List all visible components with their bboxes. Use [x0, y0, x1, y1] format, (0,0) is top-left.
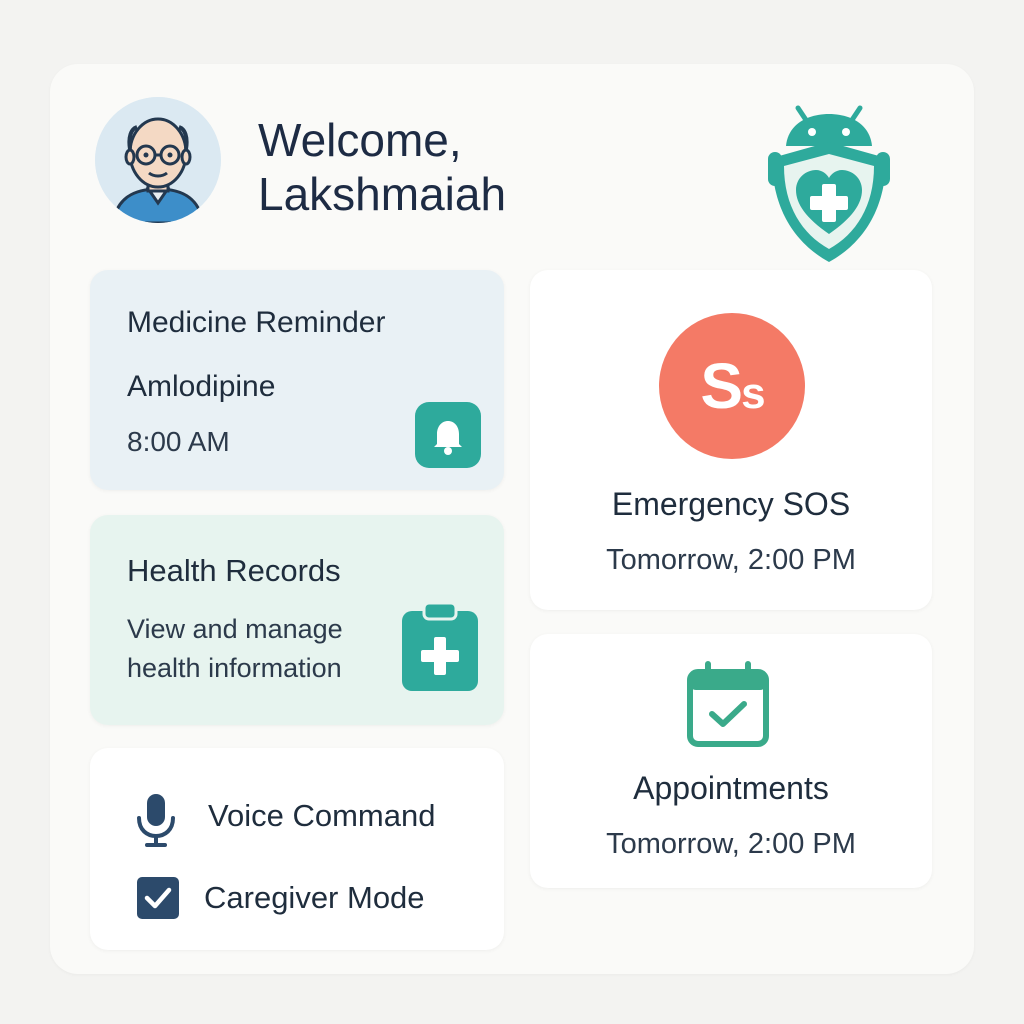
avatar[interactable] [95, 97, 221, 223]
health-records-desc-line2: health information [127, 653, 342, 683]
reminder-bell-button[interactable] [415, 402, 481, 468]
sos-button[interactable]: Ss [659, 313, 805, 459]
clipboard-medical-icon[interactable] [400, 601, 480, 693]
user-avatar-icon [95, 97, 221, 223]
appointments-subtitle: Tomorrow, 2:00 PM [606, 828, 856, 860]
checkbox-checked-icon[interactable] [136, 876, 180, 920]
user-name: Lakshmaiah [258, 168, 507, 220]
emergency-sos-card[interactable]: Ss Emergency SOS Tomorrow, 2:00 PM [530, 270, 932, 610]
emergency-sos-title: Emergency SOS [611, 486, 851, 522]
appointments-card[interactable]: Appointments Tomorrow, 2:00 PM [530, 634, 932, 888]
sos-badge-letter: S [700, 350, 743, 422]
welcome-heading: Welcome, Lakshmaiah [258, 113, 678, 221]
health-shield-logo-icon [768, 105, 890, 262]
medicine-reminder-title: Medicine Reminder [127, 306, 386, 339]
welcome-greeting: Welcome, [258, 114, 462, 166]
options-card: Voice Command Caregiver Mode [90, 748, 504, 950]
medicine-reminder-card[interactable]: Medicine Reminder Amlodipine 8:00 AM [90, 270, 504, 490]
sos-badge-letter-small: s [741, 369, 766, 418]
health-records-desc-line1: View and manage [127, 614, 343, 644]
calendar-check-icon [687, 661, 769, 747]
microphone-icon [137, 794, 175, 847]
medicine-name: Amlodipine [127, 370, 276, 403]
caregiver-mode-toggle[interactable]: Caregiver Mode [132, 870, 492, 930]
voice-command-button[interactable]: Voice Command [132, 788, 492, 848]
health-records-card[interactable]: Health Records View and manage health in… [90, 515, 504, 725]
appointments-title: Appointments [633, 770, 829, 806]
voice-command-label: Voice Command [208, 798, 436, 833]
health-records-title: Health Records [127, 553, 341, 588]
medicine-time: 8:00 AM [127, 426, 230, 457]
caregiver-mode-label: Caregiver Mode [204, 880, 425, 915]
emergency-sos-subtitle: Tomorrow, 2:00 PM [606, 544, 856, 576]
bell-icon [434, 421, 462, 455]
